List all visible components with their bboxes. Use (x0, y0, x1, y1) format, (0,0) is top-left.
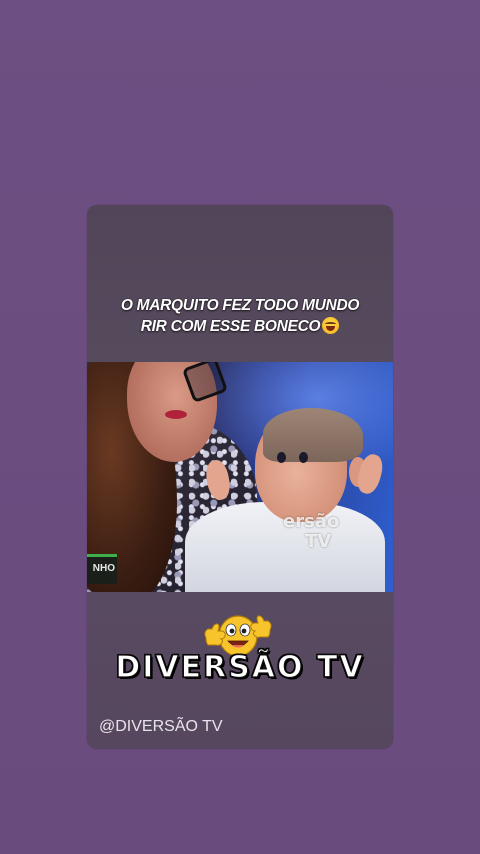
caption-line-1: O MARQUITO FEZ TODO MUNDO (120, 297, 360, 314)
tv-channel-logo: NHO (87, 554, 117, 584)
video-frame[interactable]: ersão TV NHO (87, 362, 393, 592)
brand-area: DIVERSÃO TV @DIVERSÃO TV (87, 592, 393, 749)
puppet-eye-left (277, 452, 286, 463)
brand-title: DIVERSÃO TV (115, 649, 365, 685)
caption-line-2: RIR COM ESSE BONECO (93, 316, 387, 337)
watermark-line-1: ersão (283, 511, 340, 532)
story-card[interactable]: O MARQUITO FEZ TODO MUNDO RIR COM ESSE B… (87, 205, 393, 749)
caption-text: O MARQUITO FEZ TODO MUNDO RIR COM ESSE B… (87, 295, 393, 337)
host-mouth (165, 410, 187, 419)
puppet-eye-right (299, 452, 308, 463)
caption-line-2-text: RIR COM ESSE BONECO (140, 318, 321, 335)
laughing-face-icon (322, 317, 340, 334)
account-handle[interactable]: @DIVERSÃO TV (99, 718, 223, 736)
caption-area: O MARQUITO FEZ TODO MUNDO RIR COM ESSE B… (87, 205, 393, 362)
video-watermark: ersão TV (283, 512, 339, 552)
watermark-line-2: TV (305, 531, 332, 552)
